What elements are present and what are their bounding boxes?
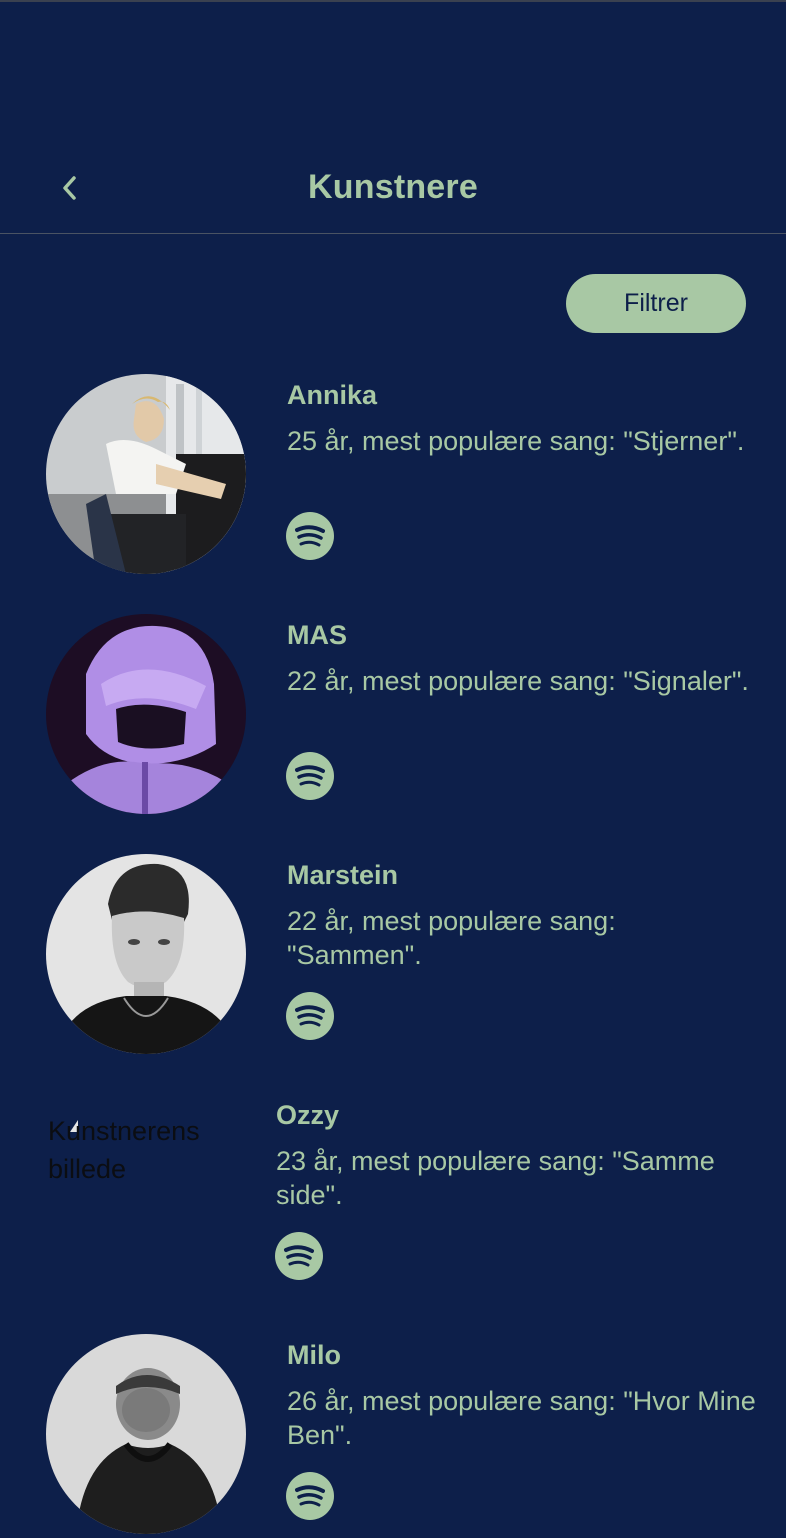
spotify-icon[interactable] [286,1472,334,1520]
spotify-icon[interactable] [286,992,334,1040]
artist-name: MAS [287,620,347,650]
top-border [0,0,786,2]
artist-name: Annika [287,380,378,410]
artist-description: 25 år, mest populære sang: "Stjerner". [287,426,745,456]
page-header: Kunstnere [0,140,786,234]
artist-name: Marstein [287,860,399,890]
artist-item-marstein: Marstein 22 år, mest populære sang: "Sam… [0,854,786,1054]
artist-item-mas: MAS 22 år, mest populære sang: "Signaler… [0,614,786,814]
artist-name: Milo [287,1340,341,1370]
artist-description: 22 år, mest populære sang: "Sammen". [287,906,616,970]
artist-description: 26 år, mest populære sang: "Hvor Mine Be… [287,1386,756,1450]
artist-photo [46,1334,246,1534]
artist-photo [46,614,246,814]
artist-item-annika: Annika 25 år, mest populære sang: "Stjer… [0,374,786,574]
spotify-icon[interactable] [286,752,334,800]
spotify-icon[interactable] [275,1232,323,1280]
page-title: Kunstnere [308,168,478,206]
filter-button[interactable]: Filtrer [566,274,746,333]
artist-item-milo: Milo 26 år, mest populære sang: "Hvor Mi… [0,1334,786,1534]
artist-photo-broken: Kunstnerens billede [46,1094,236,1294]
artist-item-ozzy: Kunstnerens billede Ozzy 23 år, mest pop… [0,1094,786,1294]
artist-photo [46,854,246,1054]
artist-name: Ozzy [276,1100,340,1130]
image-alt-text: Kunstnerens billede [48,1116,200,1184]
artist-photo [46,374,246,574]
artist-description: 22 år, mest populære sang: "Signaler". [287,666,749,696]
spotify-icon[interactable] [286,512,334,560]
artist-description: 23 år, mest populære sang: "Samme side". [276,1146,715,1210]
